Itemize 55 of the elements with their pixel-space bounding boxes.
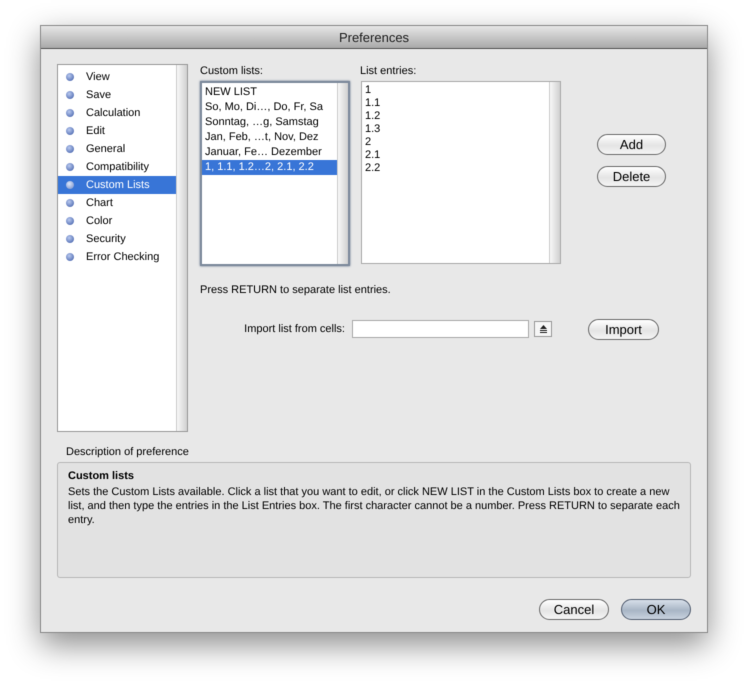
custom-list-item[interactable]: 1, 1.1, 1.2…2, 2.1, 2.2 [202, 160, 337, 175]
custom-list-item[interactable]: Jan, Feb, …t, Nov, Dez [202, 130, 337, 145]
custom-list-item[interactable]: Januar, Fe… Dezember [202, 145, 337, 160]
bullet-icon [66, 217, 74, 225]
category-item[interactable]: Security [58, 230, 176, 248]
category-item[interactable]: Error Checking [58, 248, 176, 266]
description-label: Description of preference [65, 446, 190, 459]
scrollbar[interactable] [549, 82, 560, 263]
scrollbar[interactable] [337, 83, 348, 264]
bullet-icon [66, 73, 74, 81]
list-button[interactable]: Delete [597, 166, 666, 187]
import-field[interactable] [352, 320, 529, 338]
category-item[interactable]: Custom Lists [58, 176, 176, 194]
list-entry: 2 [364, 136, 372, 149]
dialog-button[interactable]: Cancel [539, 599, 609, 620]
list-entry: 2.2 [364, 162, 382, 175]
import-button[interactable]: Import [588, 318, 659, 340]
window-title: Preferences [338, 30, 410, 44]
list-entry: 1 [364, 84, 372, 97]
category-item[interactable]: Calculation [58, 104, 176, 122]
hint-text: Press RETURN to separate list entries. [200, 284, 392, 297]
bullet-icon [66, 181, 74, 189]
list-button[interactable]: Add [597, 134, 666, 155]
bullet-icon [66, 145, 74, 153]
scrollbar[interactable] [176, 65, 187, 431]
bullet-icon [66, 199, 74, 207]
description-text: Sets the Custom Lists available. Click a list that you want to edit, or click NEW LIST in the Custom Lists box to create a new list, and then type the entries in the List Entries box. The first character cannot be a number. Press RETURN to separate each entry. [68, 485, 680, 527]
list-entry: 1.3 [364, 123, 382, 136]
bullet-icon [66, 91, 74, 99]
bullet-icon [66, 109, 74, 117]
custom-list-item[interactable]: NEW LIST [202, 85, 337, 100]
bullet-icon [66, 235, 74, 243]
bullet-icon [66, 253, 74, 261]
category-item[interactable]: Edit [58, 122, 176, 140]
list-entry: 2.1 [364, 149, 382, 162]
import-label: Import list from cells: [243, 323, 346, 335]
collapse-button[interactable] [534, 321, 552, 337]
category-item[interactable]: Color [58, 212, 176, 230]
list-entries-box[interactable]: 1 1.1 1.2 1.3 2 2.1 2.2 [361, 81, 561, 264]
custom-lists-label: Custom lists: [200, 65, 264, 78]
category-item[interactable]: Compatibility [58, 158, 176, 176]
category-item[interactable]: Save [58, 86, 176, 104]
list-entry: 1.1 [364, 97, 382, 110]
custom-list-item[interactable]: Sonntag, …g, Samstag [202, 115, 337, 130]
category-item[interactable]: General [58, 140, 176, 158]
list-entries-label: List entries: [360, 65, 418, 78]
description-title: Custom lists [68, 470, 136, 482]
custom-list-item[interactable]: So, Mo, Di…, Do, Fr, Sa [202, 100, 337, 115]
bullet-icon [66, 127, 74, 135]
category-item[interactable]: Chart [58, 194, 176, 212]
bullet-icon [66, 163, 74, 171]
list-entry: 1.2 [364, 110, 382, 123]
category-item[interactable]: View [58, 68, 176, 86]
dialog-button[interactable]: OK [621, 599, 691, 620]
eject-icon [538, 325, 548, 333]
